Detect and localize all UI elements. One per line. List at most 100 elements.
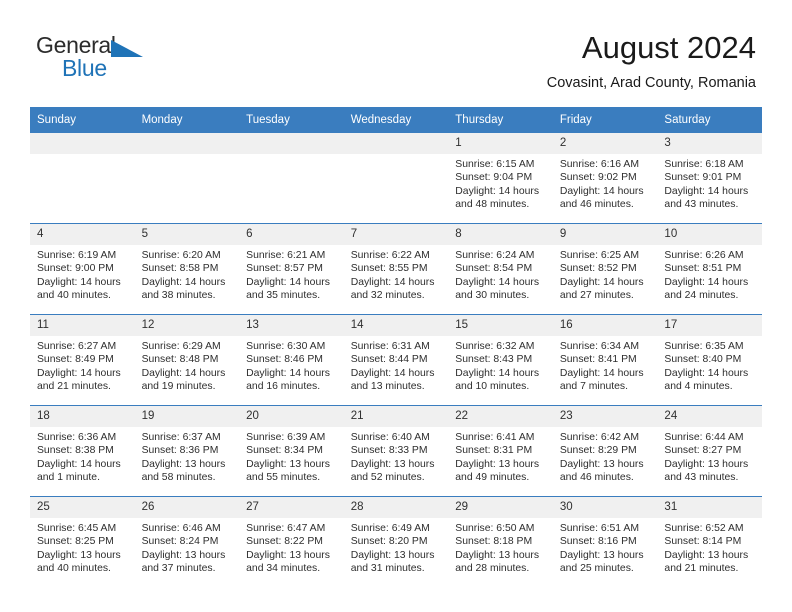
- sunset-time: Sunset: 8:34 PM: [246, 445, 323, 457]
- calendar-day-cell[interactable]: 15 Sunrise: 6:32 AM Sunset: 8:43 PM Dayligh…: [448, 315, 553, 405]
- sunset-time: Sunset: 8:40 PM: [664, 354, 742, 366]
- weekday-header-row: Sunday Monday Tuesday Wednesday Thursday…: [30, 107, 762, 133]
- calendar-day-cell[interactable]: 14 Sunrise: 6:31 AM Sunset: 8:44 PM Dayligh…: [343, 315, 449, 405]
- calendar-day-cell[interactable]: 20 Sunrise: 6:39 AM Sunset: 8:34 PM Dayligh…: [239, 406, 344, 496]
- daylight-duration-line2: and 46 minutes.: [559, 472, 634, 484]
- day-number: 30: [552, 497, 658, 518]
- calendar-day-cell[interactable]: 2 Sunrise: 6:16 AM Sunset: 9:02 PM Daylight…: [552, 133, 658, 223]
- sunset-time: Sunset: 8:46 PM: [246, 354, 323, 366]
- daylight-duration-line1: Daylight: 14 hours: [141, 367, 226, 379]
- daylight-duration-line1: Daylight: 13 hours: [664, 549, 749, 561]
- calendar-day-cell[interactable]: 10 Sunrise: 6:26 AM Sunset: 8:51 PM Dayligh…: [657, 224, 762, 314]
- calendar-day-cell[interactable]: 1 Sunrise: 6:15 AM Sunset: 9:04 PM Daylight…: [448, 133, 553, 223]
- sunrise-time: Sunrise: 6:37 AM: [141, 432, 221, 443]
- calendar-day-cell[interactable]: 19 Sunrise: 6:37 AM Sunset: 8:36 PM Dayligh…: [134, 406, 240, 496]
- calendar-day-cell[interactable]: 22 Sunrise: 6:41 AM Sunset: 8:31 PM Dayligh…: [448, 406, 553, 496]
- calendar-week-row: 1 Sunrise: 6:15 AM Sunset: 9:04 PM Daylight…: [30, 133, 762, 223]
- day-sun-info: Sunrise: 6:19 AM Sunset: 9:00 PM Daylight:…: [30, 245, 135, 303]
- sunrise-time: Sunrise: 6:16 AM: [559, 159, 639, 170]
- calendar-day-cell[interactable]: 13 Sunrise: 6:30 AM Sunset: 8:46 PM Dayligh…: [239, 315, 344, 405]
- calendar-day-cell[interactable]: 17 Sunrise: 6:35 AM Sunset: 8:40 PM Dayligh…: [657, 315, 762, 405]
- calendar-day-cell[interactable]: 5 Sunrise: 6:20 AM Sunset: 8:58 PM Daylight…: [134, 224, 240, 314]
- calendar-day-cell[interactable]: 26 Sunrise: 6:46 AM Sunset: 8:24 PM Dayligh…: [134, 497, 240, 587]
- daylight-duration-line1: Daylight: 14 hours: [664, 367, 749, 379]
- sunrise-time: Sunrise: 6:40 AM: [350, 432, 430, 443]
- day-sun-info: Sunrise: 6:50 AM Sunset: 8:18 PM Daylight:…: [448, 518, 553, 576]
- daylight-duration-line2: and 35 minutes.: [246, 290, 321, 302]
- daylight-duration-line1: Daylight: 13 hours: [559, 458, 644, 470]
- calendar-day-cell-empty: [343, 133, 449, 223]
- day-number: 26: [134, 497, 240, 518]
- calendar-day-cell[interactable]: 11 Sunrise: 6:27 AM Sunset: 8:49 PM Dayligh…: [30, 315, 135, 405]
- sunset-time: Sunset: 8:58 PM: [141, 263, 219, 275]
- calendar-day-cell[interactable]: 6 Sunrise: 6:21 AM Sunset: 8:57 PM Daylight…: [239, 224, 344, 314]
- general-blue-logo[interactable]: General Blue: [36, 30, 156, 84]
- weekday-monday: Monday: [141, 114, 183, 126]
- day-sun-info: Sunrise: 6:49 AM Sunset: 8:20 PM Daylight:…: [344, 518, 449, 576]
- calendar-week-row: 18 Sunrise: 6:36 AM Sunset: 8:38 PM Dayligh…: [30, 405, 762, 496]
- day-sun-info: Sunrise: 6:15 AM Sunset: 9:04 PM Daylight:…: [448, 154, 553, 212]
- calendar-day-cell[interactable]: 4 Sunrise: 6:19 AM Sunset: 9:00 PM Daylight…: [30, 224, 135, 314]
- day-sun-info: Sunrise: 6:39 AM Sunset: 8:34 PM Daylight:…: [239, 427, 344, 485]
- daylight-duration-line2: and 21 minutes.: [37, 381, 111, 393]
- day-sun-info: Sunrise: 6:46 AM Sunset: 8:24 PM Daylight:…: [135, 518, 240, 576]
- day-sun-info: Sunrise: 6:44 AM Sunset: 8:27 PM Daylight:…: [657, 427, 762, 485]
- calendar-day-cell[interactable]: 12 Sunrise: 6:29 AM Sunset: 8:48 PM Dayligh…: [134, 315, 240, 405]
- daylight-duration-line2: and 27 minutes.: [559, 290, 634, 302]
- sunset-time: Sunset: 8:16 PM: [559, 536, 637, 548]
- calendar-day-cell[interactable]: 21 Sunrise: 6:40 AM Sunset: 8:33 PM Dayligh…: [343, 406, 449, 496]
- calendar-day-cell[interactable]: 23 Sunrise: 6:42 AM Sunset: 8:29 PM Dayligh…: [552, 406, 658, 496]
- day-sun-info: Sunrise: 6:37 AM Sunset: 8:36 PM Daylight:…: [135, 427, 240, 485]
- sunset-time: Sunset: 8:44 PM: [350, 354, 428, 366]
- day-number: 25: [30, 497, 135, 518]
- day-number: 24: [657, 406, 762, 427]
- sunset-time: Sunset: 8:20 PM: [350, 536, 428, 548]
- calendar-day-cell-empty: [239, 133, 344, 223]
- daylight-duration-line2: and 46 minutes.: [559, 199, 634, 211]
- day-number: 10: [657, 224, 762, 245]
- sunrise-time: Sunrise: 6:49 AM: [350, 523, 430, 534]
- calendar-day-cell[interactable]: 8 Sunrise: 6:24 AM Sunset: 8:54 PM Daylight…: [448, 224, 553, 314]
- calendar-day-cell[interactable]: 29 Sunrise: 6:50 AM Sunset: 8:18 PM Dayligh…: [448, 497, 553, 587]
- title-block: August 2024 Covasint, Arad County, Roman…: [547, 30, 756, 93]
- daylight-duration-line1: Daylight: 14 hours: [455, 367, 540, 379]
- calendar-day-cell[interactable]: 27 Sunrise: 6:47 AM Sunset: 8:22 PM Dayligh…: [239, 497, 344, 587]
- calendar-day-cell[interactable]: 25 Sunrise: 6:45 AM Sunset: 8:25 PM Dayligh…: [30, 497, 135, 587]
- daylight-duration-line1: Daylight: 13 hours: [141, 549, 226, 561]
- day-number: 18: [30, 406, 135, 427]
- day-number: 2: [552, 133, 658, 154]
- sunset-time: Sunset: 9:00 PM: [37, 263, 114, 275]
- calendar-day-cell[interactable]: 28 Sunrise: 6:49 AM Sunset: 8:20 PM Dayligh…: [343, 497, 449, 587]
- sunrise-time: Sunrise: 6:31 AM: [350, 341, 430, 352]
- day-sun-info: Sunrise: 6:45 AM Sunset: 8:25 PM Daylight:…: [30, 518, 135, 576]
- weekday-thursday: Thursday: [455, 114, 504, 126]
- page-header: General Blue August 2024 Covasint, Arad …: [0, 0, 792, 93]
- sunset-time: Sunset: 8:55 PM: [350, 263, 428, 275]
- calendar-day-cell[interactable]: 30 Sunrise: 6:51 AM Sunset: 8:16 PM Dayligh…: [552, 497, 658, 587]
- day-sun-info: Sunrise: 6:26 AM Sunset: 8:51 PM Daylight:…: [657, 245, 762, 303]
- sunrise-time: Sunrise: 6:34 AM: [559, 341, 639, 352]
- calendar-day-cell[interactable]: 16 Sunrise: 6:34 AM Sunset: 8:41 PM Dayligh…: [552, 315, 658, 405]
- calendar-day-cell[interactable]: 9 Sunrise: 6:25 AM Sunset: 8:52 PM Daylight…: [552, 224, 658, 314]
- day-number: 20: [239, 406, 344, 427]
- sunset-time: Sunset: 8:24 PM: [141, 536, 219, 548]
- day-sun-info: Sunrise: 6:30 AM Sunset: 8:46 PM Daylight:…: [239, 336, 344, 394]
- daylight-duration-line1: Daylight: 14 hours: [350, 367, 435, 379]
- calendar-day-cell[interactable]: 31 Sunrise: 6:52 AM Sunset: 8:14 PM Dayligh…: [657, 497, 762, 587]
- calendar-day-cell[interactable]: 3 Sunrise: 6:18 AM Sunset: 9:01 PM Daylight…: [657, 133, 762, 223]
- calendar-day-cell[interactable]: 24 Sunrise: 6:44 AM Sunset: 8:27 PM Dayligh…: [657, 406, 762, 496]
- daylight-duration-line1: Daylight: 14 hours: [664, 185, 749, 197]
- daylight-duration-line2: and 31 minutes.: [350, 563, 425, 575]
- daylight-duration-line2: and 43 minutes.: [664, 199, 739, 211]
- calendar-day-cell[interactable]: 7 Sunrise: 6:22 AM Sunset: 8:55 PM Daylight…: [343, 224, 449, 314]
- weekday-tuesday: Tuesday: [246, 114, 290, 126]
- sunset-time: Sunset: 8:18 PM: [455, 536, 533, 548]
- weekday-friday: Friday: [559, 114, 592, 126]
- calendar-day-cell[interactable]: 18 Sunrise: 6:36 AM Sunset: 8:38 PM Dayligh…: [30, 406, 135, 496]
- daylight-duration-line1: Daylight: 14 hours: [141, 276, 226, 288]
- sunrise-time: Sunrise: 6:21 AM: [246, 250, 326, 261]
- sunrise-time: Sunrise: 6:42 AM: [559, 432, 639, 443]
- day-sun-info: Sunrise: 6:32 AM Sunset: 8:43 PM Daylight:…: [448, 336, 553, 394]
- sunset-time: Sunset: 8:41 PM: [559, 354, 637, 366]
- day-number: 16: [552, 315, 658, 336]
